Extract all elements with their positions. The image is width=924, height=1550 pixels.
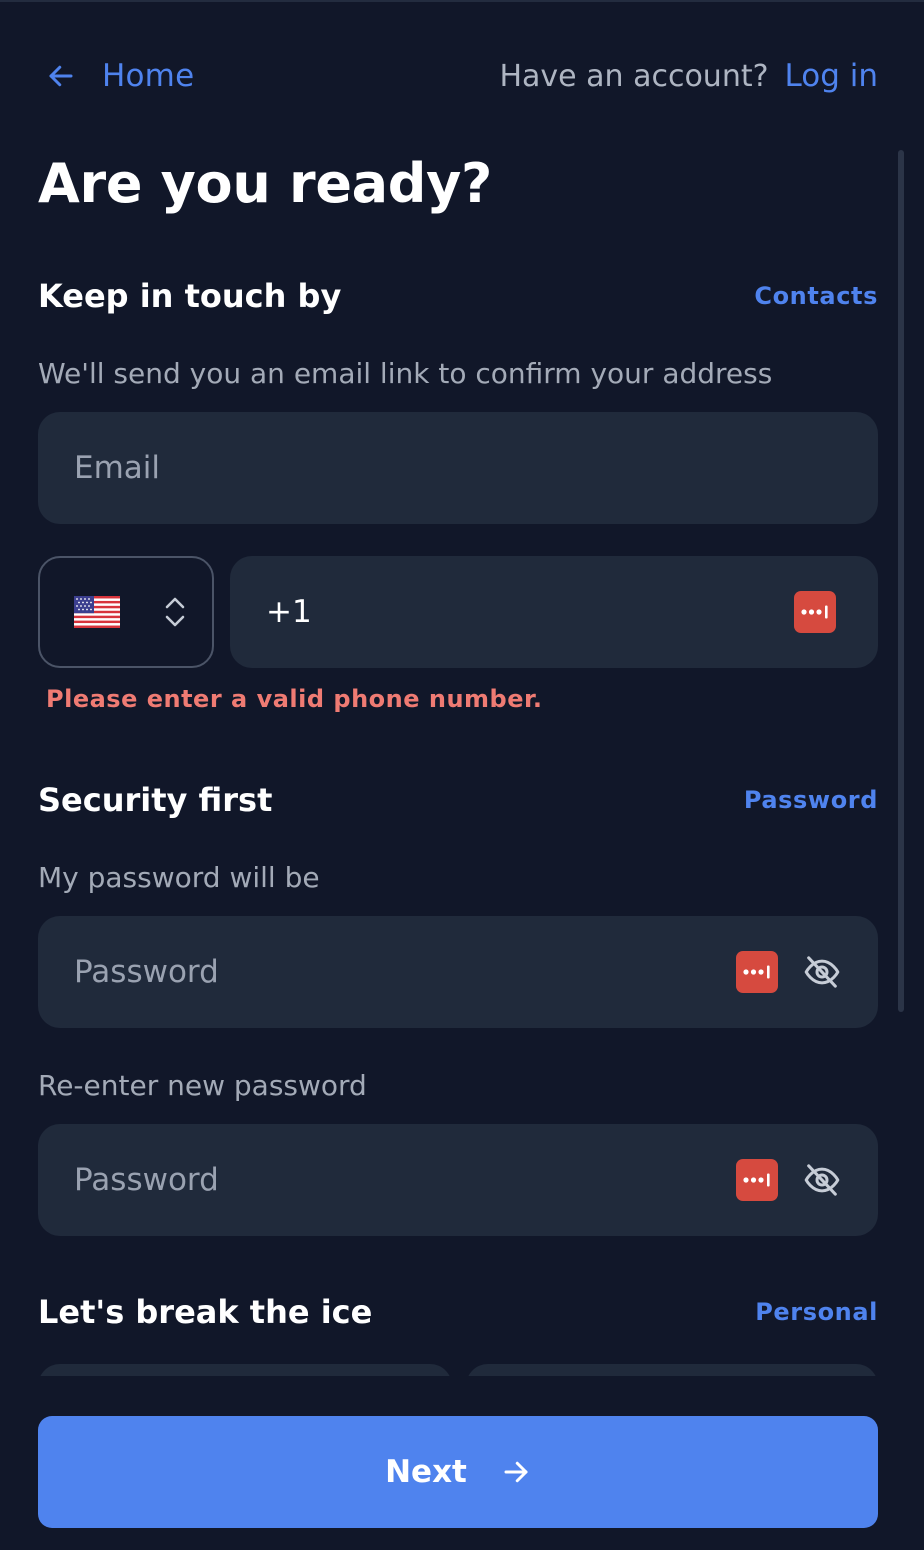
next-button[interactable]: Next xyxy=(38,1416,878,1528)
phone-field-container xyxy=(230,556,878,668)
home-link[interactable]: Home xyxy=(46,54,194,98)
page-title: Are you ready? xyxy=(38,152,493,215)
confirm-password-field-container xyxy=(38,1124,878,1236)
chevron-up-down-icon xyxy=(165,597,185,627)
account-question: Have an account? xyxy=(499,58,769,94)
contacts-section-header: Keep in touch by Contacts xyxy=(38,274,878,318)
email-input[interactable] xyxy=(74,450,842,486)
dots-icon xyxy=(743,965,770,979)
contacts-tag: Contacts xyxy=(754,282,878,310)
personal-section-header: Let's break the ice Personal xyxy=(38,1290,878,1334)
eye-off-icon[interactable] xyxy=(802,952,842,992)
password-input[interactable] xyxy=(74,954,736,990)
signup-panel: Home Have an account? Log in Are you rea… xyxy=(0,0,924,1550)
security-heading: Security first xyxy=(38,781,273,819)
login-link[interactable]: Log in xyxy=(785,58,878,94)
phone-error-message: Please enter a valid phone number. xyxy=(46,685,543,713)
personal-tag: Personal xyxy=(755,1298,878,1326)
password-label: My password will be xyxy=(38,861,320,894)
confirm-password-input[interactable] xyxy=(74,1162,736,1198)
confirm-password-label: Re-enter new password xyxy=(38,1069,367,1102)
email-hint: We'll send you an email link to confirm … xyxy=(38,357,773,390)
phone-input[interactable] xyxy=(266,594,794,630)
security-tag: Password xyxy=(743,786,878,814)
arrow-left-icon xyxy=(49,65,73,87)
next-button-label: Next xyxy=(385,1454,467,1490)
account-prompt: Have an account? Log in xyxy=(499,54,878,98)
home-link-label: Home xyxy=(102,58,195,94)
password-manager-icon[interactable] xyxy=(794,591,836,633)
country-code-select[interactable] xyxy=(38,556,214,668)
arrow-right-icon xyxy=(504,1461,528,1483)
us-flag-icon xyxy=(74,596,120,628)
password-manager-icon[interactable] xyxy=(736,1159,778,1201)
dots-icon xyxy=(743,1173,770,1187)
dots-icon xyxy=(801,605,828,619)
security-section-header: Security first Password xyxy=(38,778,878,822)
password-manager-icon[interactable] xyxy=(736,951,778,993)
contacts-heading: Keep in touch by xyxy=(38,277,342,315)
personal-heading: Let's break the ice xyxy=(38,1293,373,1331)
eye-off-icon[interactable] xyxy=(802,1160,842,1200)
scrollbar[interactable] xyxy=(898,150,904,1012)
email-field-container xyxy=(38,412,878,524)
password-field-container xyxy=(38,916,878,1028)
